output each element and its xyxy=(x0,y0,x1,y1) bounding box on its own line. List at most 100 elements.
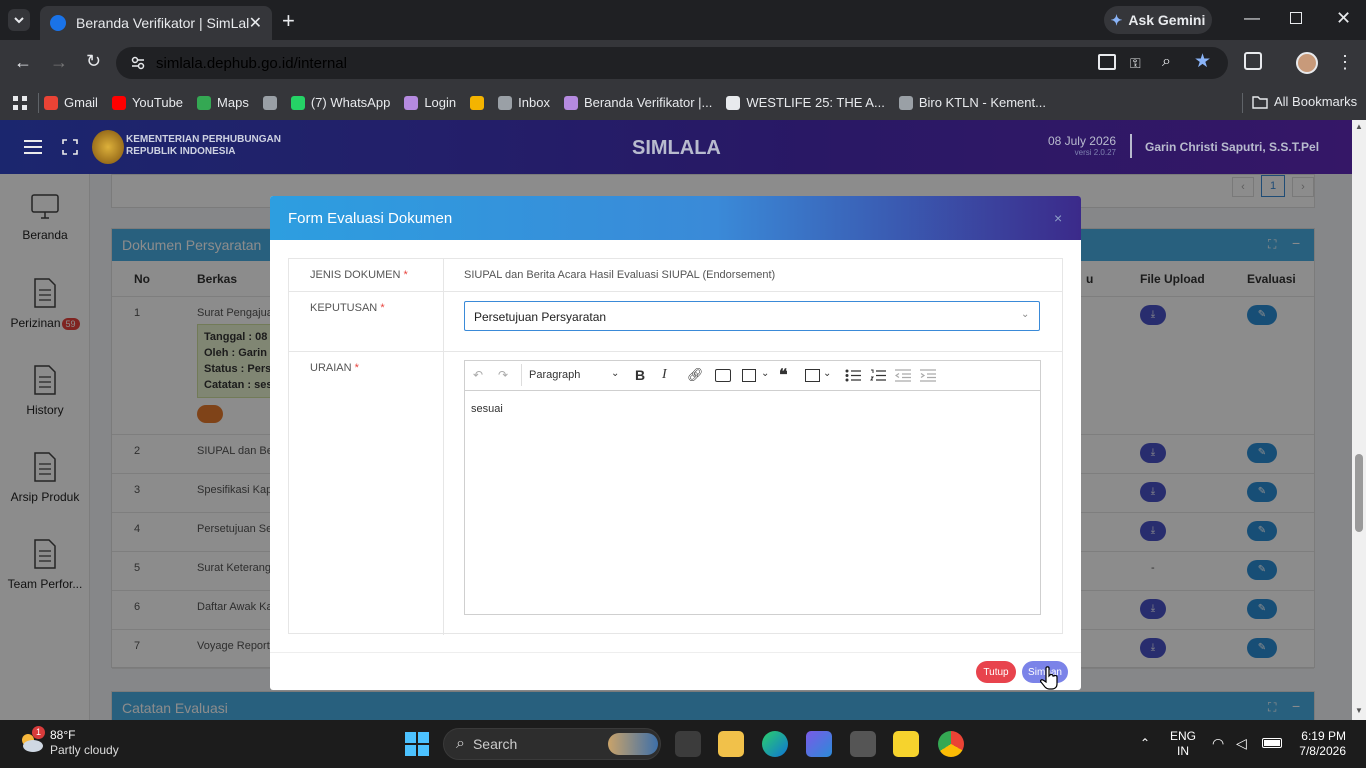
bookmark-favicon-icon xyxy=(898,95,913,110)
show-hidden-icons-chevron-up-icon[interactable]: ⌃ xyxy=(1140,736,1150,750)
edge-icon[interactable] xyxy=(762,731,788,757)
keputusan-label: KEPUTUSAN * xyxy=(310,302,385,314)
windows-start-icon[interactable] xyxy=(405,732,429,756)
maximize-button[interactable] xyxy=(1290,12,1302,24)
tab-search-button[interactable] xyxy=(8,9,30,31)
wifi-icon[interactable]: ◠ xyxy=(1212,735,1224,752)
site-info-icon[interactable] xyxy=(130,55,146,71)
undo-icon[interactable]: ↶ xyxy=(473,368,483,382)
bookmark-favicon-icon xyxy=(197,95,212,110)
row-divider xyxy=(443,292,444,353)
uraian-label: URAIAN * xyxy=(310,362,359,374)
extensions-icon[interactable] xyxy=(1244,52,1262,70)
editor-content[interactable]: sesuai xyxy=(471,403,503,415)
reload-icon[interactable]: ↻ xyxy=(86,51,101,72)
bookmark-item[interactable] xyxy=(470,95,485,110)
bold-icon[interactable]: B xyxy=(635,367,645,383)
chrome-icon[interactable] xyxy=(938,731,964,757)
tutup-button[interactable]: Tutup xyxy=(976,661,1016,683)
window-close-button[interactable]: ✕ xyxy=(1336,8,1351,29)
gemini-sparkle-icon: ✦ xyxy=(1110,11,1123,28)
apps-grid-icon[interactable] xyxy=(12,95,28,111)
bookmark-label: Inbox xyxy=(518,95,550,110)
system-clock[interactable]: 6:19 PM 7/8/2026 xyxy=(1294,729,1346,759)
taskbar-search[interactable]: ⌕ Search xyxy=(443,728,661,760)
page-scrollbar[interactable]: ▲ ▼ xyxy=(1352,120,1366,720)
camera-icon[interactable] xyxy=(850,731,876,757)
modal-title: Form Evaluasi Dokumen xyxy=(288,210,453,227)
sticky-notes-icon[interactable] xyxy=(893,731,919,757)
media-embed-icon[interactable] xyxy=(805,369,820,382)
bookmark-divider xyxy=(38,93,39,113)
bookmark-label: YouTube xyxy=(131,95,184,110)
bookmark-star-icon[interactable]: ★ xyxy=(1194,50,1211,73)
link-icon[interactable]: 🔗︎ xyxy=(687,367,704,383)
chevron-down-icon: ⌄ xyxy=(611,368,620,379)
bookmark-item[interactable]: WESTLIFE 25: THE A... xyxy=(726,95,885,110)
more-menu-icon[interactable]: ⋮ xyxy=(1336,52,1354,73)
modal-close-button[interactable]: × xyxy=(1054,210,1062,226)
minimize-button[interactable]: — xyxy=(1244,10,1260,28)
folder-icon xyxy=(1252,95,1268,109)
bookmark-favicon-icon xyxy=(404,95,419,110)
paragraph-dropdown[interactable]: Paragraph xyxy=(529,369,580,381)
password-key-icon[interactable]: ⚿ xyxy=(1130,55,1141,72)
bookmark-item[interactable] xyxy=(262,95,277,110)
back-arrow-icon[interactable]: ← xyxy=(14,52,32,73)
redo-icon[interactable]: ↷ xyxy=(498,368,508,382)
all-bookmarks-button[interactable]: All Bookmarks xyxy=(1252,94,1357,109)
bookmark-item[interactable]: Login xyxy=(404,95,456,110)
bookmark-item[interactable]: YouTube xyxy=(111,95,184,110)
file-explorer-icon[interactable] xyxy=(718,731,744,757)
bookmark-item[interactable]: Inbox xyxy=(498,95,550,110)
volume-icon[interactable]: ◁ xyxy=(1236,735,1247,752)
bookmark-item[interactable]: Maps xyxy=(197,95,249,110)
blockquote-icon[interactable]: ❝ xyxy=(779,365,788,385)
insert-image-icon[interactable] xyxy=(715,369,731,382)
weather-widget[interactable]: 1 xyxy=(18,726,45,754)
bookmark-favicon-icon xyxy=(563,95,578,110)
numbered-list-icon[interactable] xyxy=(870,369,886,382)
tab-close-icon[interactable]: ✕ xyxy=(249,13,262,33)
scrollbar-thumb[interactable] xyxy=(1355,454,1363,532)
bookmark-item[interactable]: Biro KTLN - Kement... xyxy=(898,95,1046,110)
bookmark-item[interactable]: Gmail xyxy=(44,95,98,110)
bookmark-list: Gmail YouTube Maps (7) WhatsApp Login Inbox Be… xyxy=(44,95,1046,110)
language-secondary: IN xyxy=(1177,744,1189,758)
bookmark-item[interactable]: Beranda Verifikator |... xyxy=(563,95,713,110)
profile-avatar[interactable] xyxy=(1296,52,1318,74)
install-app-icon[interactable] xyxy=(1098,54,1116,70)
active-tab[interactable]: Beranda Verifikator | SimLala ✕ xyxy=(40,6,272,40)
row-divider xyxy=(443,259,444,293)
language-indicator[interactable]: ENG IN xyxy=(1170,729,1196,759)
italic-icon[interactable]: I xyxy=(662,367,667,383)
bookmark-label: Beranda Verifikator |... xyxy=(583,95,713,110)
battery-icon[interactable] xyxy=(1262,738,1282,748)
bookmark-label: Maps xyxy=(217,95,249,110)
zoom-icon[interactable]: ⌕ xyxy=(1162,53,1171,71)
bookmark-item[interactable]: (7) WhatsApp xyxy=(290,95,390,110)
bookmarks-bar: Gmail YouTube Maps (7) WhatsApp Login Inbox Be… xyxy=(0,85,1366,120)
ask-gemini-button[interactable]: ✦ Ask Gemini xyxy=(1104,6,1212,34)
bookmark-label: Biro KTLN - Kement... xyxy=(918,95,1046,110)
weather-temperature: 88°F xyxy=(50,728,76,742)
bulleted-list-icon[interactable] xyxy=(845,369,861,382)
site-favicon xyxy=(50,15,66,31)
weather-description: Partly cloudy xyxy=(50,743,119,757)
copilot-icon[interactable] xyxy=(806,731,832,757)
task-view-icon[interactable] xyxy=(675,731,701,757)
forward-arrow-icon[interactable]: → xyxy=(50,52,68,73)
language-primary: ENG xyxy=(1170,729,1197,743)
row-divider xyxy=(443,352,444,635)
keputusan-select[interactable]: Persetujuan Persyaratan ⌄ xyxy=(464,301,1040,331)
scroll-down-icon[interactable]: ▼ xyxy=(1355,706,1363,715)
table-icon[interactable] xyxy=(742,369,756,382)
address-bar[interactable]: simlala.dephub.go.id/internal xyxy=(116,47,1228,79)
indent-icon[interactable] xyxy=(920,369,936,382)
editor-toolbar: ↶ ↷ Paragraph ⌄ B I 🔗︎ ⌄ ❝ ⌄ xyxy=(465,361,1040,391)
new-tab-button[interactable]: + xyxy=(282,8,295,34)
outdent-icon[interactable] xyxy=(895,369,911,382)
bookmark-label: Gmail xyxy=(64,95,98,110)
scroll-up-icon[interactable]: ▲ xyxy=(1355,122,1363,131)
search-icon: ⌕ xyxy=(456,735,465,752)
